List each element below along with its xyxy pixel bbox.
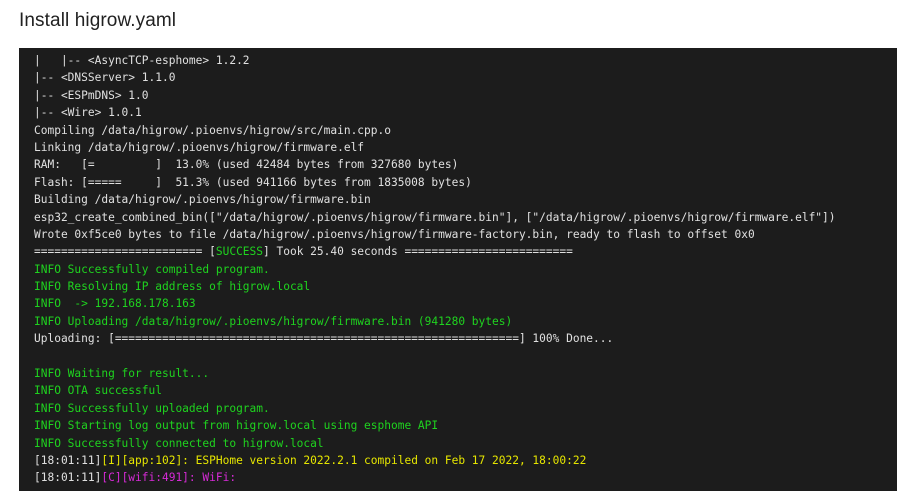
log-segment: Compiling /data/higrow/.pioenvs/higrow/s… bbox=[34, 123, 391, 137]
dialog-title: Install higrow.yaml bbox=[19, 10, 177, 31]
log-segment: INFO Waiting for result... bbox=[34, 367, 210, 381]
log-segment: [18:01:11] bbox=[34, 453, 102, 467]
log-segment: INFO Resolving IP address of higrow.loca… bbox=[34, 280, 311, 294]
log-line: |-- <ESPmDNS> 1.0 bbox=[34, 87, 897, 104]
log-segment: Linking /data/higrow/.pioenvs/higrow/fir… bbox=[34, 140, 365, 154]
log-segment: Uploading: [============================… bbox=[34, 332, 614, 346]
log-segment: INFO Successfully uploaded program. bbox=[34, 401, 270, 415]
log-line: Compiling /data/higrow/.pioenvs/higrow/s… bbox=[34, 122, 897, 139]
log-segment: [I][app:102]: ESPHome version 2022.2.1 c… bbox=[101, 453, 587, 467]
log-line: Flash: [===== ] 51.3% (used 941166 bytes… bbox=[34, 174, 897, 191]
log-line: INFO Waiting for result... bbox=[34, 365, 897, 382]
log-segment: ========================= [ bbox=[34, 245, 216, 259]
log-line: INFO Uploading /data/higrow/.pioenvs/hig… bbox=[34, 313, 897, 330]
log-segment: INFO Starting log output from higrow.loc… bbox=[34, 419, 439, 433]
log-segment: |-- <ESPmDNS> 1.0 bbox=[34, 88, 149, 102]
log-line: INFO -> 192.168.178.163 bbox=[34, 295, 897, 312]
log-segment: Flash: [===== ] 51.3% (used 941166 bytes… bbox=[34, 175, 472, 189]
log-line: | |-- <AsyncTCP-esphome> 1.2.2 bbox=[34, 52, 897, 69]
log-line: INFO Resolving IP address of higrow.loca… bbox=[34, 278, 897, 295]
log-line: |-- <DNSServer> 1.1.0 bbox=[34, 69, 897, 86]
log-segment: INFO Successfully compiled program. bbox=[34, 262, 270, 276]
log-line: |-- <Wire> 1.0.1 bbox=[34, 104, 897, 121]
log-segment: |-- <DNSServer> 1.1.0 bbox=[34, 71, 176, 85]
log-line: Linking /data/higrow/.pioenvs/higrow/fir… bbox=[34, 139, 897, 156]
log-segment: SUCCESS bbox=[215, 245, 264, 259]
log-segment: esp32_create_combined_bin(["/data/higrow… bbox=[34, 210, 836, 224]
log-segment: INFO Uploading /data/higrow/.pioenvs/hig… bbox=[34, 314, 513, 328]
log-output[interactable]: | |-- <AsyncTCP-esphome> 1.2.2 |-- <DNSSe… bbox=[19, 48, 897, 491]
log-line: [18:01:11][C][wifi:491]: WiFi: bbox=[34, 469, 897, 486]
log-line: INFO Successfully uploaded program. bbox=[34, 400, 897, 417]
log-segment: ] Took 25.40 seconds ===================… bbox=[263, 245, 573, 259]
log-segment: RAM: [= ] 13.0% (used 42484 bytes from 3… bbox=[34, 158, 459, 172]
log-line: INFO Successfully compiled program. bbox=[34, 261, 897, 278]
log-segment: Building /data/higrow/.pioenvs/higrow/fi… bbox=[34, 193, 371, 207]
log-segment: INFO OTA successful bbox=[34, 384, 162, 398]
log-line: INFO OTA successful bbox=[34, 382, 897, 399]
log-line: ========================= [SUCCESS] Took… bbox=[34, 243, 897, 260]
log-segment: INFO Successfully connected to higrow.lo… bbox=[34, 436, 324, 450]
log-line: esp32_create_combined_bin(["/data/higrow… bbox=[34, 209, 897, 226]
log-segment: [C][wifi:491]: WiFi: bbox=[101, 471, 237, 485]
log-line: Uploading: [============================… bbox=[34, 330, 897, 347]
log-segment: INFO -> 192.168.178.163 bbox=[34, 297, 196, 311]
log-segment: | |-- <AsyncTCP-esphome> 1.2.2 bbox=[34, 54, 250, 67]
log-line: INFO Successfully connected to higrow.lo… bbox=[34, 435, 897, 452]
log-line: [18:01:11][I][app:102]: ESPHome version … bbox=[34, 452, 897, 469]
log-segment: |-- <Wire> 1.0.1 bbox=[34, 106, 142, 120]
log-line: INFO Starting log output from higrow.loc… bbox=[34, 417, 897, 434]
log-line: Wrote 0xf5ce0 bytes to file /data/higrow… bbox=[34, 226, 897, 243]
log-segment: [18:01:11] bbox=[34, 471, 102, 485]
log-line: RAM: [= ] 13.0% (used 42484 bytes from 3… bbox=[34, 156, 897, 173]
log-segment: Wrote 0xf5ce0 bytes to file /data/higrow… bbox=[34, 227, 755, 241]
log-line: Building /data/higrow/.pioenvs/higrow/fi… bbox=[34, 191, 897, 208]
